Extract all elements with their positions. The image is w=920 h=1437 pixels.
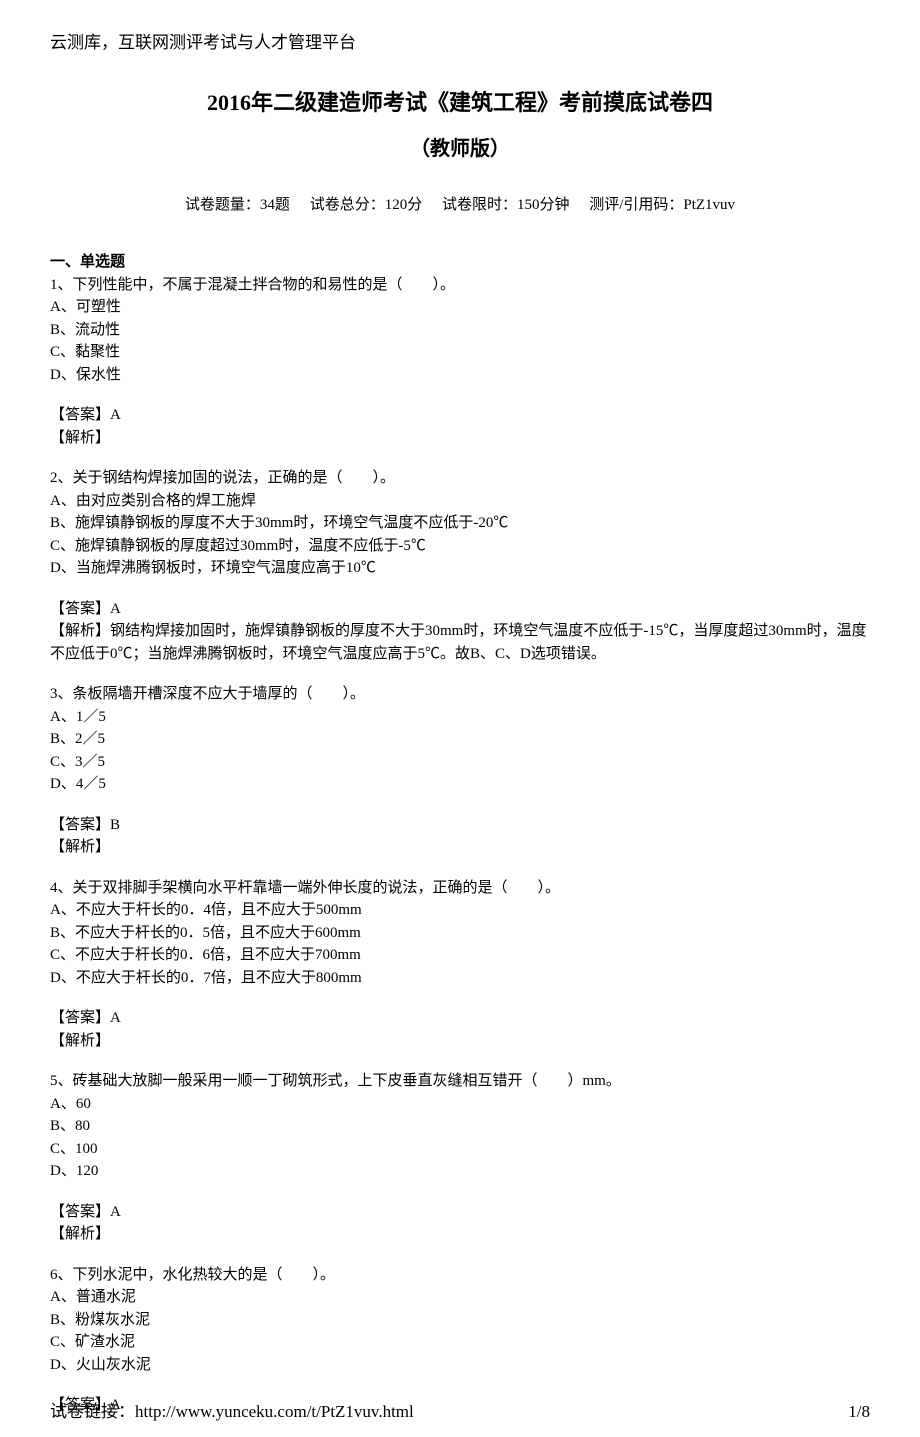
question-item: 3、条板隔墙开槽深度不应大于墙厚的（ ）。 A、1／5 B、2／5 C、3／5 … bbox=[50, 683, 870, 796]
answer-value: A bbox=[110, 1204, 121, 1220]
meta-count: 试卷题量：34题 bbox=[185, 197, 290, 213]
answer-block: 【答案】A 【解析】 bbox=[50, 404, 870, 449]
exam-title: 2016年二级建造师考试《建筑工程》考前摸底试卷四 bbox=[50, 86, 870, 119]
answer-label: 【答案】 bbox=[50, 601, 110, 617]
option-c: C、矿渣水泥 bbox=[50, 1331, 870, 1354]
option-a: A、1／5 bbox=[50, 706, 870, 729]
option-b: B、粉煤灰水泥 bbox=[50, 1309, 870, 1332]
option-a: A、60 bbox=[50, 1093, 870, 1116]
question-text: 5、砖基础大放脚一般采用一顺一丁砌筑形式，上下皮垂直灰缝相互错开（ ）mm。 bbox=[50, 1070, 870, 1093]
question-item: 2、关于钢结构焊接加固的说法，正确的是（ ）。 A、由对应类别合格的焊工施焊 B… bbox=[50, 467, 870, 580]
answer-block: 【答案】A 【解析】 bbox=[50, 1007, 870, 1052]
question-text: 4、关于双排脚手架横向水平杆靠墙一端外伸长度的说法，正确的是（ ）。 bbox=[50, 877, 870, 900]
question-item: 5、砖基础大放脚一般采用一顺一丁砌筑形式，上下皮垂直灰缝相互错开（ ）mm。 A… bbox=[50, 1070, 870, 1183]
explain-label: 【解析】 bbox=[50, 623, 110, 639]
answer-value: A bbox=[110, 601, 121, 617]
exam-subtitle: （教师版） bbox=[50, 134, 870, 164]
option-c: C、黏聚性 bbox=[50, 341, 870, 364]
question-text: 6、下列水泥中，水化热较大的是（ ）。 bbox=[50, 1264, 870, 1287]
option-b: B、施焊镇静钢板的厚度不大于30mm时，环境空气温度不应低于-20℃ bbox=[50, 512, 870, 535]
answer-block: 【答案】A 【解析】 bbox=[50, 1201, 870, 1246]
option-d: D、120 bbox=[50, 1160, 870, 1183]
answer-label: 【答案】 bbox=[50, 817, 110, 833]
page-footer: 试卷链接：http://www.yunceku.com/t/PtZ1vuv.ht… bbox=[50, 1399, 870, 1425]
option-d: D、当施焊沸腾钢板时，环境空气温度应高于10℃ bbox=[50, 557, 870, 580]
footer-page: 1/8 bbox=[848, 1399, 870, 1425]
question-item: 4、关于双排脚手架横向水平杆靠墙一端外伸长度的说法，正确的是（ ）。 A、不应大… bbox=[50, 877, 870, 990]
option-b: B、80 bbox=[50, 1115, 870, 1138]
explain-label: 【解析】 bbox=[50, 430, 110, 446]
explain-label: 【解析】 bbox=[50, 839, 110, 855]
option-c: C、施焊镇静钢板的厚度超过30mm时，温度不应低于-5℃ bbox=[50, 535, 870, 558]
question-item: 6、下列水泥中，水化热较大的是（ ）。 A、普通水泥 B、粉煤灰水泥 C、矿渣水… bbox=[50, 1264, 870, 1377]
question-text: 2、关于钢结构焊接加固的说法，正确的是（ ）。 bbox=[50, 467, 870, 490]
question-text: 3、条板隔墙开槽深度不应大于墙厚的（ ）。 bbox=[50, 683, 870, 706]
footer-link: 试卷链接：http://www.yunceku.com/t/PtZ1vuv.ht… bbox=[50, 1399, 414, 1425]
exam-meta: 试卷题量：34题 试卷总分：120分 试卷限时：150分钟 测评/引用码：PtZ… bbox=[50, 194, 870, 217]
answer-value: A bbox=[110, 1010, 121, 1026]
site-header: 云测库，互联网测评考试与人才管理平台 bbox=[50, 30, 870, 56]
option-a: A、由对应类别合格的焊工施焊 bbox=[50, 490, 870, 513]
answer-value: B bbox=[110, 817, 120, 833]
option-c: C、3／5 bbox=[50, 751, 870, 774]
option-b: B、2／5 bbox=[50, 728, 870, 751]
answer-value: A bbox=[110, 407, 121, 423]
explain-label: 【解析】 bbox=[50, 1226, 110, 1242]
question-text: 1、下列性能中，不属于混凝土拌合物的和易性的是（ ）。 bbox=[50, 274, 870, 297]
option-d: D、不应大于杆长的0．7倍，且不应大于800mm bbox=[50, 967, 870, 990]
answer-label: 【答案】 bbox=[50, 407, 110, 423]
meta-score: 试卷总分：120分 bbox=[310, 197, 423, 213]
answer-block: 【答案】B 【解析】 bbox=[50, 814, 870, 859]
answer-label: 【答案】 bbox=[50, 1010, 110, 1026]
option-b: B、不应大于杆长的0．5倍，且不应大于600mm bbox=[50, 922, 870, 945]
option-d: D、保水性 bbox=[50, 364, 870, 387]
question-item: 1、下列性能中，不属于混凝土拌合物的和易性的是（ ）。 A、可塑性 B、流动性 … bbox=[50, 274, 870, 387]
option-d: D、4／5 bbox=[50, 773, 870, 796]
answer-block: 【答案】A 【解析】钢结构焊接加固时，施焊镇静钢板的厚度不大于30mm时，环境空… bbox=[50, 598, 870, 666]
explain-text: 钢结构焊接加固时，施焊镇静钢板的厚度不大于30mm时，环境空气温度不应低于-15… bbox=[50, 623, 867, 662]
option-a: A、不应大于杆长的0．4倍，且不应大于500mm bbox=[50, 899, 870, 922]
meta-code: 测评/引用码：PtZ1vuv bbox=[589, 197, 735, 213]
answer-label: 【答案】 bbox=[50, 1204, 110, 1220]
meta-time: 试卷限时：150分钟 bbox=[442, 197, 570, 213]
option-c: C、不应大于杆长的0．6倍，且不应大于700mm bbox=[50, 944, 870, 967]
explain-label: 【解析】 bbox=[50, 1033, 110, 1049]
option-b: B、流动性 bbox=[50, 319, 870, 342]
option-d: D、火山灰水泥 bbox=[50, 1354, 870, 1377]
section-title: 一、单选题 bbox=[50, 251, 870, 274]
option-a: A、可塑性 bbox=[50, 296, 870, 319]
option-c: C、100 bbox=[50, 1138, 870, 1161]
option-a: A、普通水泥 bbox=[50, 1286, 870, 1309]
